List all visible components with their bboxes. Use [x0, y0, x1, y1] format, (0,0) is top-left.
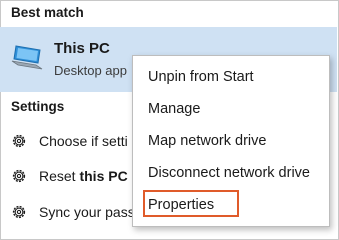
settings-item-label: Reset this PC	[39, 168, 128, 184]
menu-item-disconnect-network-drive[interactable]: Disconnect network drive	[148, 165, 310, 181]
best-match-heading: Best match	[11, 5, 84, 20]
settings-heading: Settings	[11, 99, 65, 114]
settings-item-label-bold: this PC	[79, 168, 128, 184]
computer-icon	[11, 45, 43, 70]
best-match-title: This PC	[54, 40, 110, 57]
menu-item-manage[interactable]: Manage	[148, 101, 200, 117]
settings-item-label-prefix: Reset	[39, 168, 80, 184]
menu-item-map-network-drive[interactable]: Map network drive	[148, 133, 266, 149]
best-match-subtitle: Desktop app	[54, 63, 127, 78]
gear-icon	[12, 169, 26, 183]
settings-item-label: Choose if setti	[39, 133, 128, 149]
properties-highlight-box	[143, 190, 239, 217]
gear-icon	[12, 205, 26, 219]
settings-item-label: Sync your pass	[39, 204, 135, 220]
gear-icon	[12, 134, 26, 148]
menu-item-unpin-from-start[interactable]: Unpin from Start	[148, 69, 254, 85]
